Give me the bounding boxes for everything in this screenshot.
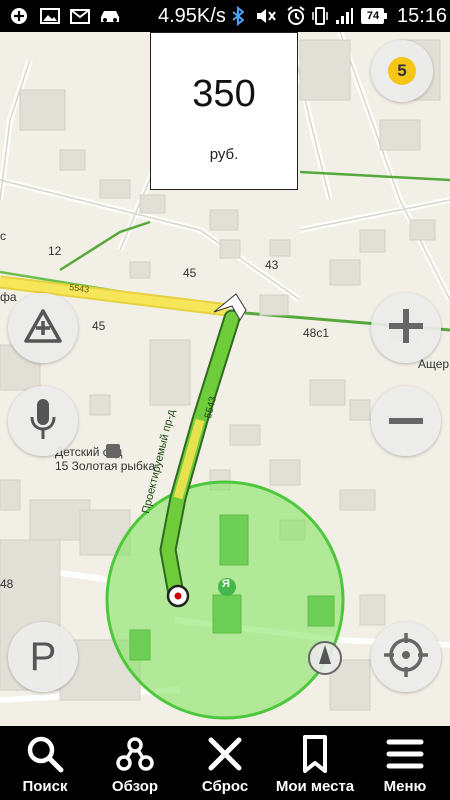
compass-icon: [307, 641, 343, 680]
close-icon: [205, 734, 245, 774]
nav-overview[interactable]: Обзор: [90, 726, 180, 800]
traffic-level-badge: 5: [388, 57, 416, 85]
nav-menu[interactable]: Меню: [360, 726, 450, 800]
traffic-button[interactable]: 5: [371, 40, 433, 102]
menu-icon: [385, 734, 425, 774]
battery-level: 74: [366, 10, 380, 22]
fare-currency: руб.: [209, 146, 239, 163]
mail-icon: [68, 0, 92, 32]
building-number: 48с1: [303, 326, 330, 340]
building-number: 45: [183, 266, 197, 280]
building-number: 43: [265, 258, 279, 272]
nav-overview-label: Обзор: [111, 778, 159, 795]
kindergarten-icon: [106, 444, 120, 458]
fare-amount: 350: [192, 73, 256, 115]
bottom-nav: Поиск Обзор Сброс Мои места Меню: [0, 726, 450, 800]
parking-button[interactable]: P: [8, 622, 78, 692]
zoom-in-icon: [387, 307, 425, 350]
vibrate-icon: [310, 0, 330, 32]
status-bar: 4.95K/s 74 15:16: [0, 0, 450, 32]
nav-my-places-label: Мои места: [275, 778, 355, 795]
nav-reset-label: Сброс: [201, 778, 249, 795]
zoom-in-button[interactable]: [371, 293, 441, 363]
add-road-event-icon: [23, 308, 63, 349]
street-label: Ащер: [418, 357, 450, 371]
network-speed: 4.95K/s: [158, 5, 226, 27]
nav-reset[interactable]: Сброс: [180, 726, 270, 800]
nav-menu-label: Меню: [383, 778, 427, 795]
compass-button[interactable]: [307, 640, 343, 676]
search-icon: [25, 734, 65, 774]
overview-route-icon: [115, 734, 155, 774]
mute-icon: [254, 0, 278, 32]
building-number: 48: [0, 577, 14, 591]
nav-search-label: Поиск: [22, 778, 68, 795]
add-circle-icon: [8, 0, 30, 32]
voice-search-icon: [28, 397, 58, 446]
clock: 15:16: [397, 5, 448, 27]
traffic-level-icon: 5: [386, 55, 418, 87]
signal-icon: [333, 0, 355, 32]
zoom-out-button[interactable]: [371, 386, 441, 456]
bluetooth-icon: [229, 0, 247, 32]
yandex-marker: Я: [222, 578, 230, 590]
alarm-icon: [284, 0, 308, 32]
building-number: 45: [92, 319, 106, 333]
zoom-out-icon: [387, 412, 425, 430]
battery-icon: 74: [360, 0, 388, 32]
street-label: с: [0, 229, 6, 243]
parking-icon: P: [29, 634, 57, 679]
voice-search-button[interactable]: [8, 386, 78, 456]
my-location-button[interactable]: [371, 622, 441, 692]
building-number: 12: [48, 244, 62, 258]
nav-search[interactable]: Поиск: [0, 726, 90, 800]
street-label: фа: [0, 290, 17, 304]
my-location-icon: [382, 631, 430, 684]
fare-card: 350 руб.: [150, 32, 298, 190]
add-road-event-button[interactable]: [8, 293, 78, 363]
car-icon: [98, 0, 122, 32]
bookmark-icon: [295, 734, 335, 774]
poi-label: 15 Золотая рыбка: [55, 459, 156, 473]
image-icon: [38, 0, 62, 32]
nav-my-places[interactable]: Мои места: [270, 726, 360, 800]
